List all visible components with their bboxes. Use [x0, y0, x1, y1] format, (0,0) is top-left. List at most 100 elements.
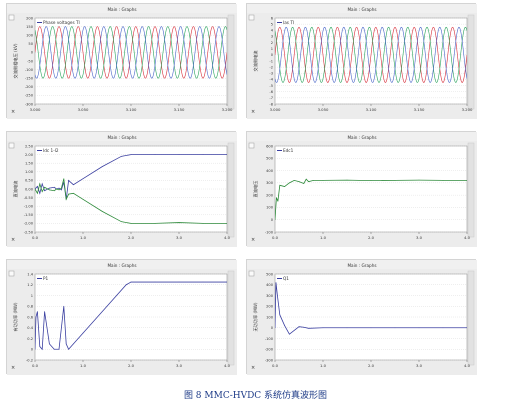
- data-point: [121, 221, 122, 223]
- plot-area: [274, 145, 468, 233]
- y-tick-label: 100: [266, 315, 274, 319]
- panel-ac-current: Main : Graphs × 6 5 4 3 2 1 0 -1 -2 -3 -4 -5 -6 -7 -8 3.0…: [246, 3, 477, 119]
- legend-entry: Q1: [283, 276, 289, 281]
- data-point: [308, 327, 309, 329]
- y-tick-label: 0.4: [27, 326, 33, 330]
- data-point: [61, 327, 62, 329]
- legend-entry: Edc1: [283, 148, 294, 153]
- y-tick-label: 0.2: [27, 337, 33, 341]
- x-tick-label: 4.0: [464, 235, 471, 240]
- x-marker: ×: [11, 109, 15, 115]
- y-tick-label: -5: [269, 84, 273, 88]
- data-point: [49, 343, 50, 345]
- panel-toggle: [8, 142, 15, 149]
- data-point: [58, 348, 60, 350]
- data-point: [346, 179, 348, 181]
- data-point: [322, 180, 324, 181]
- y-tick-label: 500: [266, 157, 274, 161]
- data-point: [106, 305, 108, 307]
- data-point: [313, 180, 314, 181]
- y-tick-label: -7: [269, 96, 273, 100]
- x-tick-label: 3.0: [176, 363, 183, 368]
- x-tick-label: 3.100: [366, 107, 377, 112]
- y-tick-label: -1: [269, 59, 273, 63]
- data-point: [53, 186, 55, 188]
- x-tick-label: 3.150: [174, 107, 185, 112]
- y-tick-label: 150: [26, 25, 34, 29]
- x-tick-label: 3.150: [414, 107, 425, 112]
- data-point: [202, 281, 204, 283]
- legend-entry: Phase voltages TI: [43, 20, 80, 25]
- chart-svg: Main : Graphs × 2.50 2.00 1.50 1.00 0.50 0.00 -0…: [7, 132, 237, 247]
- data-point: [298, 326, 300, 328]
- legend-entry: P1: [43, 276, 49, 281]
- y-tick-label: 1.00: [25, 170, 34, 174]
- data-point: [322, 327, 324, 329]
- chart-svg: Main : Graphs×6005004003002001000-1000.0…: [247, 132, 477, 247]
- y-tick-label: 300: [266, 294, 274, 298]
- x-tick-label: 3.050: [78, 107, 89, 112]
- y-tick-label: 1: [271, 47, 273, 51]
- x-tick-label: 4.0: [464, 363, 471, 368]
- y-tick-label: -1.00: [24, 205, 34, 209]
- y-tick-label: -0.50: [24, 196, 34, 200]
- data-point: [63, 305, 65, 307]
- data-point: [289, 333, 290, 335]
- y-tick-label: 500: [266, 272, 274, 276]
- data-point: [125, 284, 127, 286]
- data-point: [275, 282, 277, 283]
- data-point: [276, 197, 277, 198]
- data-point: [44, 190, 45, 192]
- data-point: [65, 343, 67, 345]
- data-point: [39, 346, 41, 347]
- y-axis-label: 直流电流: [12, 180, 19, 198]
- data-point: [202, 154, 204, 155]
- scrollbar: [227, 142, 235, 238]
- scrollbar: [227, 14, 235, 110]
- y-tick-label: -0.2: [26, 358, 33, 362]
- panel-toggle: [8, 270, 15, 277]
- x-tick-label: 1.0: [320, 235, 327, 240]
- y-tick-label: -250: [25, 94, 34, 98]
- x-tick-label: 0.0: [272, 363, 279, 368]
- data-point: [61, 189, 62, 191]
- y-tick-label: 300: [266, 181, 274, 185]
- chart-title: Main : Graphs: [347, 7, 376, 12]
- data-point: [73, 184, 74, 186]
- data-point: [178, 154, 180, 155]
- y-tick-label: 200: [26, 16, 34, 20]
- x-tick-label: 1.0: [320, 363, 327, 368]
- data-point: [178, 281, 180, 283]
- x-tick-label: 3.000: [270, 107, 281, 112]
- y-tick-label: 0.8: [27, 305, 33, 309]
- data-point: [41, 191, 43, 192]
- y-tick-label: -200: [25, 85, 34, 89]
- y-tick-label: 100: [266, 206, 274, 210]
- chart-title: Main : Graphs: [347, 135, 376, 140]
- data-point: [58, 189, 60, 191]
- x-tick-label: 2.0: [368, 235, 375, 240]
- chart-title: Main : Graphs: [107, 263, 136, 268]
- x-tick-label: 3.100: [126, 107, 137, 112]
- data-point: [284, 325, 285, 326]
- x-tick-label: 2.0: [128, 235, 135, 240]
- x-tick-label: 2.0: [368, 363, 375, 368]
- data-point: [308, 181, 309, 182]
- y-tick-label: -1.50: [24, 213, 34, 217]
- y-tick-label: -50: [27, 59, 34, 63]
- x-tick-label: 3.050: [318, 107, 329, 112]
- data-point: [53, 348, 55, 350]
- data-point: [61, 187, 62, 189]
- data-point: [39, 192, 41, 194]
- x-tick-label: 3.200: [222, 107, 233, 112]
- x-tick-label: 3.000: [30, 107, 41, 112]
- y-tick-label: 200: [266, 305, 274, 309]
- chart-title: Main : Graphs: [107, 7, 136, 12]
- panel-active-power: Main : Graphs × 1.4 1.2 1 0.8 0.6 0.4 0.2 0 -0.2 0.…: [6, 259, 237, 375]
- data-point: [41, 348, 43, 350]
- x-tick-label: 1.0: [80, 363, 87, 368]
- x-tick-label: 2.0: [128, 363, 135, 368]
- chart-svg: Main : Graphs×1.41.210.80.60.40.20-0.20.…: [7, 260, 237, 375]
- x-tick-label: 3.0: [416, 235, 423, 240]
- y-tick-label: -150: [25, 77, 34, 81]
